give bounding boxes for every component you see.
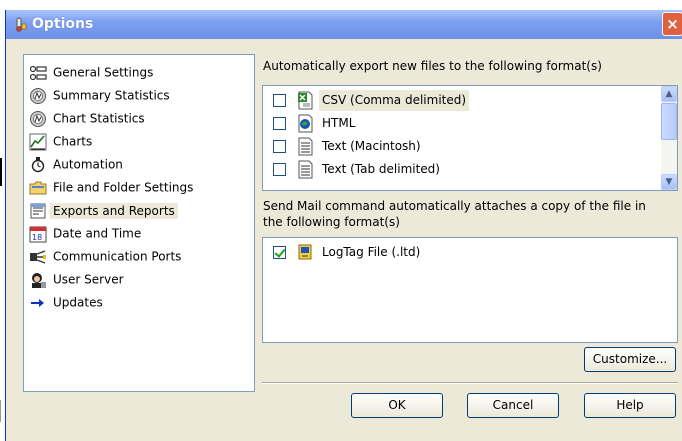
mail-section-heading-line2: the following format(s) [263,215,400,229]
export-section-heading: Automatically export new files to the fo… [263,59,602,73]
sidebar-item-label: Date and Time [53,226,142,241]
sidebar-item-label: Communication Ports [53,249,182,264]
cancel-button[interactable]: Cancel [467,393,559,418]
summary-statistics-icon [30,87,46,104]
text-macintosh-checkbox[interactable] [273,140,286,153]
logtag-file-icon [298,244,312,260]
title-bar[interactable]: Options × [6,10,682,39]
text-file-icon [298,137,313,156]
logtag-checkbox[interactable] [273,246,286,259]
sidebar-item-exports-and-reports[interactable]: Exports and Reports [29,200,178,220]
edge-artifact [0,400,1,422]
sidebar-item-label: Chart Statistics [53,111,145,126]
sidebar-item-user-server[interactable]: User Server [29,269,124,289]
close-button[interactable]: × [662,12,682,36]
sidebar-item-label: Automation [53,157,123,172]
general-settings-icon [29,65,47,80]
csv-label: CSV (Comma delimited) [319,90,470,111]
text-tab-label: Text (Tab delimited) [322,162,440,176]
charts-icon [29,133,47,150]
mail-section-heading-line1: Send Mail command automatically attaches… [263,199,646,213]
options-dialog: Options × General Settings Summary Stati… [5,10,682,441]
ports-icon [30,249,46,264]
user-server-icon [32,272,46,288]
text-tab-checkbox[interactable] [273,163,286,176]
logtag-label: LogTag File (.ltd) [322,245,421,259]
sidebar-item-chart-statistics[interactable]: Chart Statistics [29,108,145,128]
calendar-icon: 18 [29,226,47,242]
automation-icon [31,156,45,172]
divider [262,382,678,384]
sidebar-item-communication-ports[interactable]: Communication Ports [29,246,181,266]
sidebar-item-label: User Server [53,272,124,287]
mail-formats-list[interactable]: LogTag File (.ltd) [262,237,678,343]
arrow-right-icon [31,298,44,307]
csv-file-icon [298,91,313,110]
sidebar-item-label: General Settings [53,65,154,80]
html-checkbox[interactable] [273,117,286,130]
folder-icon [29,181,47,194]
sidebar-item-summary-statistics[interactable]: Summary Statistics [29,85,170,105]
close-icon: × [666,15,679,33]
sidebar-item-date-and-time[interactable]: 18 Date and Time [29,223,141,243]
svg-text:18: 18 [32,233,42,242]
sidebar-item-charts[interactable]: Charts [29,131,92,151]
sidebar-item-label: File and Folder Settings [53,180,194,195]
sidebar-item-general-settings[interactable]: General Settings [29,62,153,82]
exports-icon [30,203,46,218]
csv-checkbox[interactable] [273,94,286,107]
scroll-up-button[interactable]: ▲ [661,86,677,102]
window-title: Options [32,16,94,32]
sidebar-item-label: Charts [53,134,93,149]
scroll-thumb[interactable] [661,103,677,140]
sidebar-item-label: Summary Statistics [53,88,170,103]
text-file-icon [298,160,313,179]
options-app-icon [16,17,27,32]
scroll-down-button[interactable]: ▼ [661,174,677,190]
sidebar-item-label: Updates [53,295,103,310]
edge-artifact [0,158,2,186]
export-list-scrollbar[interactable]: ▲ ▼ [661,86,677,190]
sidebar-item-file-and-folder-settings[interactable]: File and Folder Settings [29,177,193,197]
export-formats-list[interactable]: CSV (Comma delimited) HTML Text (Macinto… [262,85,678,191]
text-macintosh-label: Text (Macintosh) [322,139,421,153]
ok-button[interactable]: OK [351,393,443,418]
chart-statistics-icon [30,110,46,127]
sidebar-item-updates[interactable]: Updates [29,292,103,312]
sidebar-item-label: Exports and Reports [50,202,178,219]
help-button[interactable]: Help [584,393,676,418]
options-category-list[interactable]: General Settings Summary Statistics Char… [23,54,255,392]
html-file-icon [298,114,313,133]
sidebar-item-automation[interactable]: Automation [29,154,123,174]
customize-button[interactable]: Customize... [584,347,676,372]
html-label: HTML [322,116,356,130]
